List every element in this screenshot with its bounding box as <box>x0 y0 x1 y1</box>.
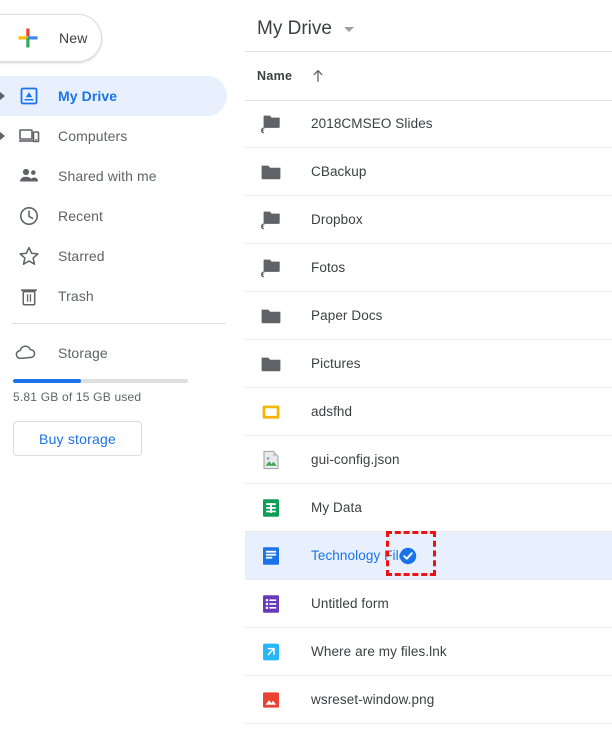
folder-shortcut-icon <box>259 208 283 232</box>
file-name: wsreset-window.png <box>311 692 435 707</box>
image-file-icon <box>259 448 283 472</box>
file-row[interactable]: Dropbox <box>245 196 612 244</box>
buy-storage-button[interactable]: Buy storage <box>13 421 142 456</box>
amber-square-icon <box>259 400 283 424</box>
breadcrumb[interactable]: My Drive <box>257 14 354 44</box>
storage-usage-text: 5.81 GB of 15 GB used <box>13 390 142 404</box>
sidebar-item-label: My Drive <box>58 88 118 104</box>
sheets-icon <box>259 496 283 520</box>
folder-shortcut-icon <box>259 112 283 136</box>
sidebar-item-shared-with-me[interactable]: Shared with me <box>0 156 227 196</box>
file-name: 2018CMSEO Slides <box>311 116 433 131</box>
sidebar-item-label: Computers <box>58 128 128 144</box>
drive-icon <box>18 85 40 107</box>
trash-icon <box>18 285 40 307</box>
expand-caret-icon[interactable] <box>0 91 5 101</box>
shortcut-file-icon <box>259 640 283 664</box>
sidebar-item-label: Shared with me <box>58 168 157 184</box>
arrow-up-icon <box>310 68 326 84</box>
main-content: My Drive Name 2018CMSEO Slides CBackup Dro… <box>245 0 612 740</box>
file-name: gui-config.json <box>311 452 400 467</box>
file-row[interactable]: gui-config.json <box>245 436 612 484</box>
file-row[interactable]: adsfhd <box>245 388 612 436</box>
file-row[interactable]: Technology File <box>245 532 612 580</box>
file-row[interactable]: Paper Docs <box>245 292 612 340</box>
sidebar-item-label: Recent <box>58 208 103 224</box>
sidebar-item-trash[interactable]: Trash <box>0 276 227 316</box>
file-name: CBackup <box>311 164 367 179</box>
file-name: My Data <box>311 500 362 515</box>
sidebar-item-label: Trash <box>58 288 94 304</box>
storage-progress-fill <box>13 379 81 383</box>
sidebar-item-computers[interactable]: Computers <box>0 116 227 156</box>
clock-icon <box>18 205 40 227</box>
file-row[interactable]: My Data <box>245 484 612 532</box>
people-icon <box>18 165 40 187</box>
file-name: Fotos <box>311 260 346 275</box>
folder-icon <box>259 160 283 184</box>
new-button-label: New <box>59 30 88 46</box>
file-name: Dropbox <box>311 212 363 227</box>
folder-icon <box>259 352 283 376</box>
storage-progress-bar <box>13 379 188 383</box>
file-row[interactable]: wsreset-window.png <box>245 676 612 724</box>
breadcrumb-label: My Drive <box>257 18 332 39</box>
file-row[interactable]: Pictures <box>245 340 612 388</box>
file-name: Paper Docs <box>311 308 383 323</box>
google-plus-icon <box>17 27 39 49</box>
file-row[interactable]: Untitled form <box>245 580 612 628</box>
sidebar-item-label: Storage <box>58 345 108 361</box>
column-header-name[interactable]: Name <box>245 51 612 101</box>
folder-icon <box>259 304 283 328</box>
file-name: adsfhd <box>311 404 353 419</box>
file-name: Where are my files.lnk <box>311 644 447 659</box>
new-button[interactable]: New <box>0 14 102 62</box>
file-name: Technology File <box>311 548 407 563</box>
png-image-icon <box>259 688 283 712</box>
chevron-down-icon[interactable] <box>343 26 354 32</box>
file-list: 2018CMSEO Slides CBackup Dropbox Fotos Paper… <box>245 100 612 724</box>
sidebar-divider <box>12 323 226 324</box>
sidebar: New My Drive Computers Shared with me Re… <box>0 0 245 740</box>
sidebar-item-my-drive[interactable]: My Drive <box>0 76 227 116</box>
star-icon <box>18 245 40 267</box>
forms-icon <box>259 592 283 616</box>
computer-icon <box>18 125 40 147</box>
shared-check-badge-icon[interactable] <box>398 546 418 566</box>
file-row[interactable]: 2018CMSEO Slides <box>245 100 612 148</box>
folder-shortcut-icon <box>259 256 283 280</box>
google-drive-window: New My Drive Computers Shared with me Re… <box>0 0 612 740</box>
file-row[interactable]: Fotos <box>245 244 612 292</box>
sidebar-item-label: Starred <box>58 248 105 264</box>
sidebar-item-storage[interactable]: Storage <box>14 337 224 369</box>
expand-caret-icon[interactable] <box>0 131 5 141</box>
column-header-label: Name <box>257 69 293 83</box>
docs-icon <box>259 544 283 568</box>
cloud-icon <box>14 341 38 365</box>
sidebar-item-recent[interactable]: Recent <box>0 196 227 236</box>
file-name: Pictures <box>311 356 361 371</box>
sidebar-nav: My Drive Computers Shared with me Recent… <box>0 76 245 316</box>
file-row[interactable]: CBackup <box>245 148 612 196</box>
file-row[interactable]: Where are my files.lnk <box>245 628 612 676</box>
file-name: Untitled form <box>311 596 389 611</box>
sidebar-item-starred[interactable]: Starred <box>0 236 227 276</box>
